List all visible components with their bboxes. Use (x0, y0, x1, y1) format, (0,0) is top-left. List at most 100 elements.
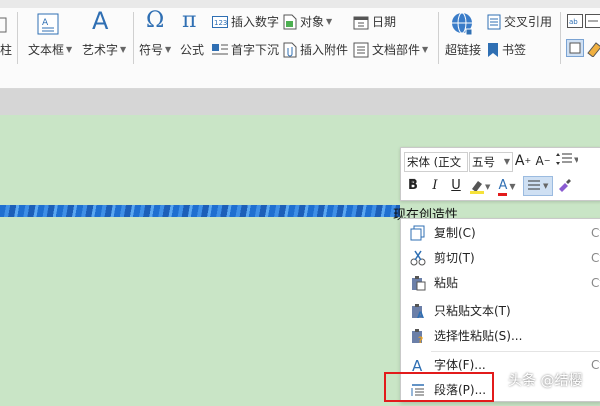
checkbox-control-icon[interactable] (566, 39, 584, 57)
scissors-icon (410, 250, 426, 266)
omega-icon[interactable]: Ω (146, 10, 164, 32)
wordart-button[interactable]: 艺术字▼ (82, 41, 126, 58)
menu-item-copy[interactable]: 复制(C) Ct (401, 221, 600, 245)
ribbon-separator (133, 12, 134, 64)
underline-button[interactable]: U (447, 177, 465, 195)
highlight-box (384, 372, 494, 402)
insert-attachment-button[interactable]: 插入附件 (283, 41, 348, 58)
formula-label: 公式 (180, 41, 204, 58)
menu-item-cut[interactable]: 剪切(T) Ct (401, 246, 600, 270)
menu-item-label: 只粘贴文本(T) (434, 299, 511, 323)
font-icon: A (410, 357, 426, 373)
column-label: 柱 (0, 41, 12, 58)
ribbon-separator (560, 12, 561, 64)
menu-item-paste-text-only[interactable]: A 只粘贴文本(T) (401, 299, 600, 323)
menu-item-paste-special[interactable]: ? 选择性粘贴(S)... (401, 324, 600, 348)
copy-icon (410, 225, 426, 241)
highlight-icon[interactable]: ▼ (468, 177, 492, 195)
column-button[interactable]: 柱 (0, 41, 12, 58)
menu-item-paste[interactable]: 粘贴 Ct (401, 271, 600, 295)
italic-button[interactable]: I (426, 177, 444, 195)
svg-text:?: ? (418, 336, 423, 344)
font-color-button[interactable]: A▼ (494, 177, 520, 195)
menu-item-shortcut: Ct (591, 353, 600, 377)
line-spacing-icon[interactable]: ▼ (554, 152, 580, 170)
textbox-label: 文本框 (28, 41, 64, 58)
text-field-icon[interactable]: ab (567, 14, 583, 28)
doc-parts-icon (353, 42, 369, 58)
shrink-font-icon[interactable]: A− (534, 152, 552, 170)
menu-item-label: 剪切(T) (434, 246, 475, 270)
form-control-icon[interactable] (585, 14, 600, 28)
pi-icon[interactable]: π (182, 10, 196, 32)
menu-separator (431, 351, 600, 352)
svg-text:123: 123 (214, 19, 227, 27)
insert-number-label: 插入数字 (231, 13, 279, 30)
svg-text:A: A (417, 311, 424, 319)
align-icon[interactable]: ▼ (523, 176, 553, 196)
font-size-select[interactable]: 五号▼ (469, 152, 513, 172)
textbox-button[interactable]: 文本框▼ (28, 41, 72, 58)
dropcap-icon (212, 43, 228, 57)
wordart-icon[interactable]: A (92, 10, 108, 32)
symbol-label: 符号 (139, 41, 163, 58)
menu-item-shortcut: Ct (591, 271, 600, 295)
insert-number-button[interactable]: 123 插入数字 (212, 13, 279, 30)
ribbon-separator (17, 12, 18, 64)
font-select-value: 宋体 (正文 (407, 155, 461, 169)
bookmark-icon (487, 42, 499, 58)
symbol-button[interactable]: 符号▼ (139, 41, 171, 58)
wordart-label: 艺术字 (82, 41, 118, 58)
doc-parts-label: 文档部件 (372, 41, 420, 58)
paste-special-icon: ? (410, 328, 426, 344)
paste-text-icon: A (410, 303, 426, 319)
svg-text:A: A (412, 357, 423, 373)
object-label: 对象 (300, 13, 324, 30)
date-button[interactable]: 日期 (353, 13, 396, 30)
ribbon-top-strip (0, 0, 600, 8)
font-select[interactable]: 宋体 (正文▼ (404, 152, 468, 172)
insert-attachment-label: 插入附件 (300, 41, 348, 58)
bookmark-label: 书签 (502, 41, 526, 58)
menu-item-label: 粘贴 (434, 271, 458, 295)
globe-link-icon[interactable] (450, 11, 476, 37)
hyperlink-label: 超链接 (445, 41, 481, 58)
menu-item-shortcut: Ct (591, 246, 600, 270)
svg-text:▼: ▼ (574, 156, 578, 164)
bold-button[interactable]: B (404, 177, 422, 195)
cross-reference-button[interactable]: 交叉引用 (487, 13, 552, 30)
svg-text:▼: ▼ (543, 182, 549, 190)
column-icon[interactable] (0, 16, 8, 34)
doc-parts-button[interactable]: 文档部件▼ (353, 41, 428, 58)
calendar-icon (353, 14, 369, 30)
font-size-value: 五号 (472, 155, 495, 169)
bookmark-button[interactable]: 书签 (487, 41, 526, 58)
font-color-glyph: A (498, 179, 507, 196)
dropcap-button[interactable]: 首字下沉 (212, 41, 279, 58)
menu-item-label: 选择性粘贴(S)... (434, 324, 522, 348)
svg-text:A: A (42, 18, 49, 28)
watermark: 头条 @结樱 (508, 370, 582, 390)
formula-button[interactable]: 公式 (180, 41, 204, 58)
object-button[interactable]: 对象▼ (283, 13, 332, 30)
date-label: 日期 (372, 13, 396, 30)
svg-text:ab: ab (569, 18, 578, 26)
menu-item-shortcut: Ct (591, 221, 600, 245)
paste-icon (410, 275, 426, 291)
textbox-icon[interactable]: A (36, 12, 60, 36)
grow-font-icon[interactable]: A+ (514, 152, 532, 170)
object-icon (283, 14, 297, 30)
cross-reference-label: 交叉引用 (504, 13, 552, 30)
format-painter-icon[interactable] (555, 177, 573, 195)
eraser-icon[interactable] (586, 39, 600, 57)
mini-format-toolbar: 宋体 (正文▼ 五号▼ A+ A− ▼ B I U ▼ A▼ ▼ (400, 147, 600, 201)
ribbon: 柱 A 文本框▼ A 艺术字▼ Ω 符号▼ π 公式 123 插入数字 首字下沉… (0, 0, 600, 89)
water-texture-bar (0, 205, 400, 217)
svg-text:▼: ▼ (485, 183, 491, 191)
ruler-band (0, 89, 600, 115)
ribbon-separator (438, 12, 439, 64)
hyperlink-button[interactable]: 超链接 (445, 41, 481, 58)
dropcap-label: 首字下沉 (231, 41, 279, 58)
attachment-icon (283, 42, 297, 58)
cross-reference-icon (487, 14, 501, 30)
